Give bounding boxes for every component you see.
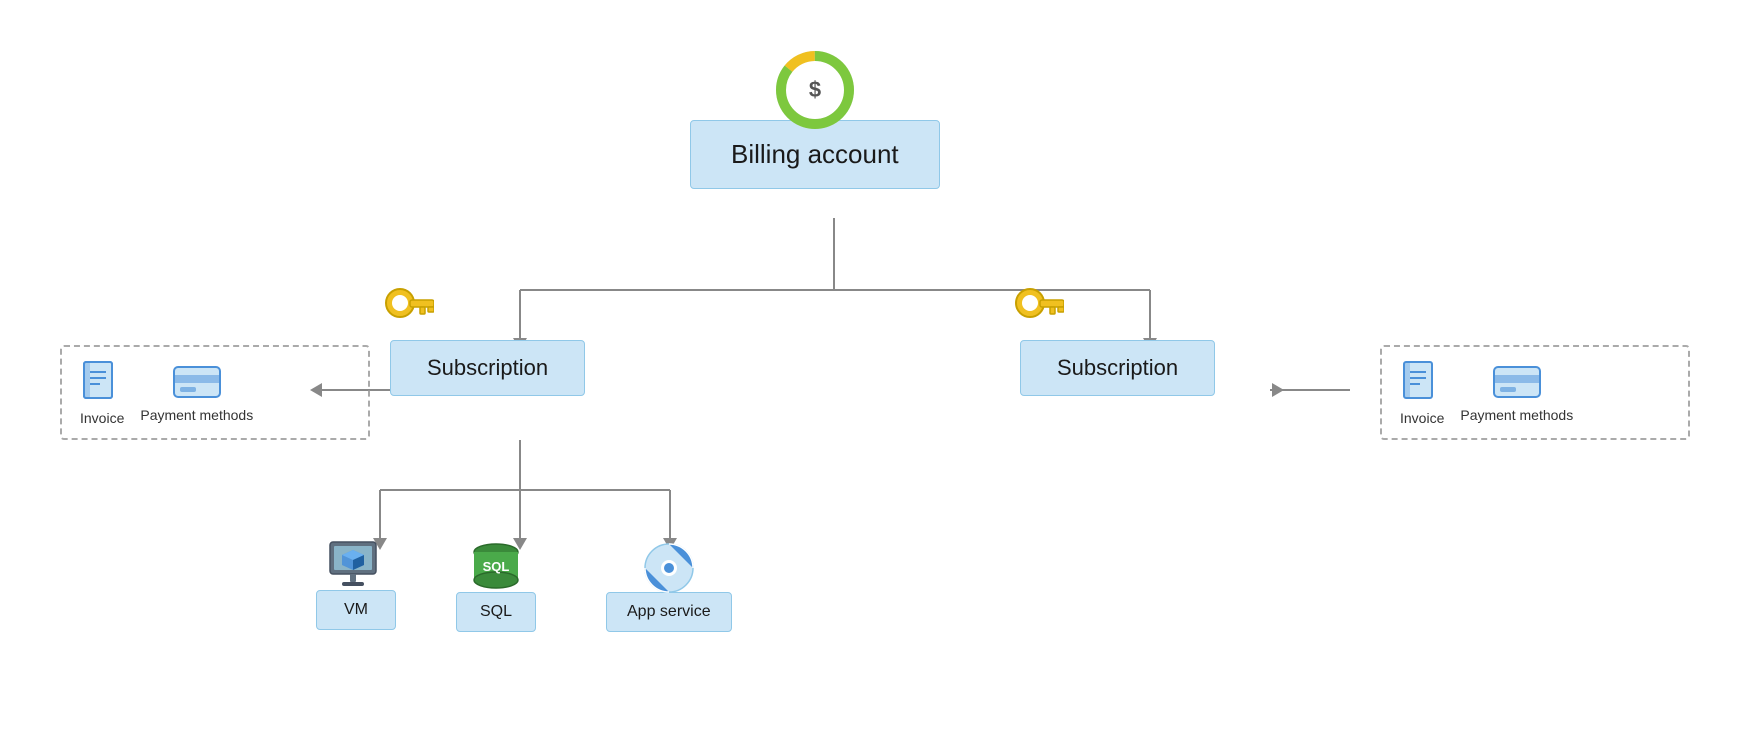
subscription-left-label: Subscription (427, 355, 548, 380)
svg-text:SQL: SQL (483, 559, 510, 574)
payment-right-label: Payment methods (1460, 407, 1573, 423)
key-right-icon (1010, 285, 1064, 345)
invoice-right-label: Invoice (1400, 410, 1444, 426)
vm-box: VM (316, 590, 396, 630)
subscription-right-node: Subscription (1020, 340, 1215, 396)
app-service-icon (639, 540, 699, 594)
app-service-box: App service (606, 592, 732, 632)
subscription-right-label: Subscription (1057, 355, 1178, 380)
diagram-container: $ Billing account Subscription (0, 0, 1758, 741)
invoice-right-item: Invoice (1400, 360, 1444, 426)
app-service-label: App service (627, 603, 711, 620)
payment-left-label: Payment methods (140, 407, 253, 423)
left-billing-details-box: Invoice Payment methods (60, 345, 370, 440)
vm-icon (326, 540, 386, 592)
sql-icon: SQL (466, 540, 526, 594)
billing-account-node: $ Billing account (690, 50, 940, 189)
sql-node: SQL SQL (456, 540, 536, 632)
billing-account-box: Billing account (690, 120, 940, 189)
payment-left-item: Payment methods (140, 363, 253, 423)
sql-box: SQL (456, 592, 536, 632)
invoice-left-item: Invoice (80, 360, 124, 426)
invoice-left-icon (80, 360, 124, 404)
billing-account-label: Billing account (731, 139, 899, 169)
right-billing-details-box: Invoice Payment methods (1380, 345, 1690, 440)
subscription-left-node: Subscription (390, 340, 585, 396)
vm-label: VM (344, 601, 368, 618)
vm-node: VM (316, 540, 396, 630)
subscription-left-box: Subscription (390, 340, 585, 396)
payment-right-icon (1492, 363, 1542, 401)
app-service-node: App service (606, 540, 732, 632)
sql-label: SQL (480, 603, 512, 620)
subscription-right-box: Subscription (1020, 340, 1215, 396)
key-left-icon (380, 285, 434, 345)
billing-icon: $ (775, 50, 855, 130)
payment-left-icon (172, 363, 222, 401)
svg-text:$: $ (809, 77, 821, 102)
payment-right-item: Payment methods (1460, 363, 1573, 423)
invoice-right-icon (1400, 360, 1444, 404)
invoice-left-label: Invoice (80, 410, 124, 426)
